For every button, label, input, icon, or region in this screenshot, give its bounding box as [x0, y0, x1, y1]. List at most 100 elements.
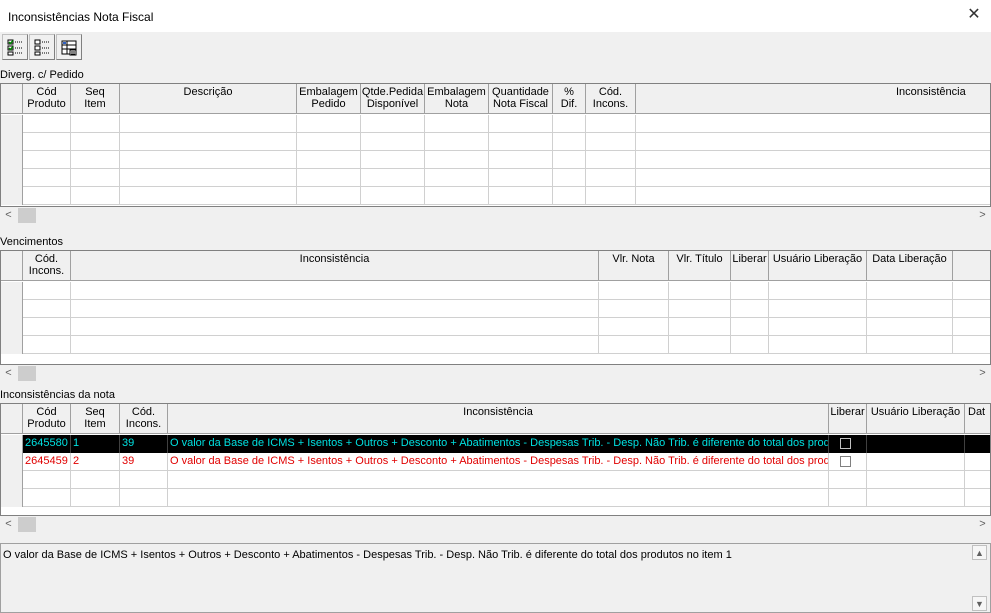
- table-cell[interactable]: [553, 187, 586, 205]
- table-cell[interactable]: [731, 282, 769, 300]
- table-cell[interactable]: [489, 187, 553, 205]
- table-cell[interactable]: [669, 300, 731, 318]
- table-cell[interactable]: [361, 133, 425, 151]
- row-indicator[interactable]: [1, 187, 23, 205]
- table-cell[interactable]: [731, 336, 769, 354]
- header-quantidade-nf[interactable]: Quantidade Nota Fiscal: [489, 84, 553, 114]
- cod-produto-cell[interactable]: 2645459: [23, 453, 71, 471]
- seq-item-cell[interactable]: [71, 471, 120, 489]
- row-indicator[interactable]: [1, 151, 23, 169]
- usuario-liberacao-cell[interactable]: [867, 471, 965, 489]
- header-descricao[interactable]: Descrição: [120, 84, 297, 114]
- scroll-left-icon[interactable]: <: [0, 516, 17, 533]
- table-cell[interactable]: [297, 133, 361, 151]
- table-row[interactable]: [1, 318, 990, 336]
- cod-produto-cell[interactable]: [23, 489, 71, 507]
- table-row[interactable]: [1, 187, 990, 205]
- table-cell[interactable]: [953, 336, 990, 354]
- row-indicator[interactable]: [1, 489, 23, 507]
- scroll-up-icon[interactable]: ▲: [972, 545, 987, 560]
- row-indicator[interactable]: [1, 453, 23, 471]
- table-cell[interactable]: [553, 169, 586, 187]
- usuario-liberacao-cell[interactable]: [867, 489, 965, 507]
- header-cod-produto[interactable]: Cód Produto: [23, 404, 71, 434]
- table-cell[interactable]: [71, 151, 120, 169]
- table-cell[interactable]: [425, 115, 489, 133]
- table-cell[interactable]: [636, 169, 990, 187]
- table-row[interactable]: [1, 471, 990, 489]
- table-cell[interactable]: [23, 115, 71, 133]
- table-cell[interactable]: [361, 169, 425, 187]
- table-cell[interactable]: [361, 151, 425, 169]
- table-cell[interactable]: [71, 133, 120, 151]
- row-indicator[interactable]: [1, 471, 23, 489]
- table-cell[interactable]: [586, 151, 636, 169]
- header-liberar[interactable]: Liberar: [731, 251, 769, 281]
- table-cell[interactable]: [425, 187, 489, 205]
- table-cell[interactable]: [599, 282, 669, 300]
- grid-divergencias[interactable]: Cód Produto Seq Item Descrição Embalagem…: [0, 83, 991, 207]
- data-cell[interactable]: [965, 453, 990, 471]
- seq-item-cell[interactable]: [71, 489, 120, 507]
- table-cell[interactable]: [669, 282, 731, 300]
- table-cell[interactable]: [669, 336, 731, 354]
- table-cell[interactable]: [953, 318, 990, 336]
- table-cell[interactable]: [23, 282, 71, 300]
- scroll-right-icon[interactable]: >: [974, 207, 991, 224]
- header-cod-produto[interactable]: Cód Produto: [23, 84, 71, 114]
- row-indicator[interactable]: [1, 435, 23, 453]
- grid-inconsistencias-nota[interactable]: Cód Produto Seq Item Cód. Incons. Incons…: [0, 403, 991, 516]
- table-cell[interactable]: [120, 151, 297, 169]
- table-cell[interactable]: [23, 187, 71, 205]
- table-cell[interactable]: [636, 115, 990, 133]
- table-row[interactable]: [1, 133, 990, 151]
- table-cell[interactable]: [731, 300, 769, 318]
- inconsistencia-cell[interactable]: O valor da Base de ICMS + Isentos + Outr…: [168, 435, 829, 453]
- table-cell[interactable]: [769, 336, 867, 354]
- row-indicator[interactable]: [1, 318, 23, 336]
- data-cell[interactable]: [965, 489, 990, 507]
- liberar-cell[interactable]: [829, 471, 867, 489]
- header-liberar[interactable]: Liberar: [829, 404, 867, 434]
- header-inconsistencia[interactable]: Inconsistência: [71, 251, 599, 281]
- liberar-checkbox[interactable]: [840, 456, 851, 467]
- liberar-checkbox[interactable]: [840, 438, 851, 449]
- seq-item-cell[interactable]: 1: [71, 435, 120, 453]
- table-cell[interactable]: [71, 282, 599, 300]
- table-cell[interactable]: [23, 318, 71, 336]
- table-cell[interactable]: [769, 318, 867, 336]
- table-cell[interactable]: [636, 151, 990, 169]
- header-seq-item[interactable]: Seq Item: [71, 84, 120, 114]
- header-seq-item[interactable]: Seq Item: [71, 404, 120, 434]
- liberar-cell[interactable]: [829, 489, 867, 507]
- header-qtde-pedida[interactable]: Qtde.Pedida Disponível: [361, 84, 425, 114]
- vertical-scrollbar[interactable]: ▲ ▼: [971, 544, 988, 612]
- table-cell[interactable]: [769, 282, 867, 300]
- table-cell[interactable]: [867, 282, 953, 300]
- scroll-left-icon[interactable]: <: [0, 207, 17, 224]
- table-cell[interactable]: [586, 169, 636, 187]
- check-list-button[interactable]: [2, 34, 28, 60]
- table-row[interactable]: 2645580 1 39 O valor da Base de ICMS + Isen…: [1, 435, 990, 453]
- inconsistencia-cell[interactable]: [168, 489, 829, 507]
- cod-incons-cell[interactable]: [120, 489, 168, 507]
- table-cell[interactable]: [586, 133, 636, 151]
- inconsistencia-cell[interactable]: O valor da Base de ICMS + Isentos + Outr…: [168, 453, 829, 471]
- table-cell[interactable]: [120, 133, 297, 151]
- row-indicator[interactable]: [1, 169, 23, 187]
- row-indicator[interactable]: [1, 282, 23, 300]
- header-cod-incons[interactable]: Cód. Incons.: [23, 251, 71, 281]
- usuario-liberacao-cell[interactable]: [867, 435, 965, 453]
- table-row[interactable]: [1, 489, 990, 507]
- cod-incons-cell[interactable]: 39: [120, 435, 168, 453]
- table-cell[interactable]: [669, 318, 731, 336]
- table-cell[interactable]: [553, 151, 586, 169]
- table-cell[interactable]: [297, 187, 361, 205]
- scroll-right-icon[interactable]: >: [974, 365, 991, 382]
- table-cell[interactable]: [599, 300, 669, 318]
- table-cell[interactable]: [425, 151, 489, 169]
- scroll-down-icon[interactable]: ▼: [972, 596, 987, 611]
- scroll-right-icon[interactable]: >: [974, 516, 991, 533]
- grid-vencimentos[interactable]: Cód. Incons. Inconsistência Vlr. Nota Vl…: [0, 250, 991, 365]
- table-cell[interactable]: [553, 115, 586, 133]
